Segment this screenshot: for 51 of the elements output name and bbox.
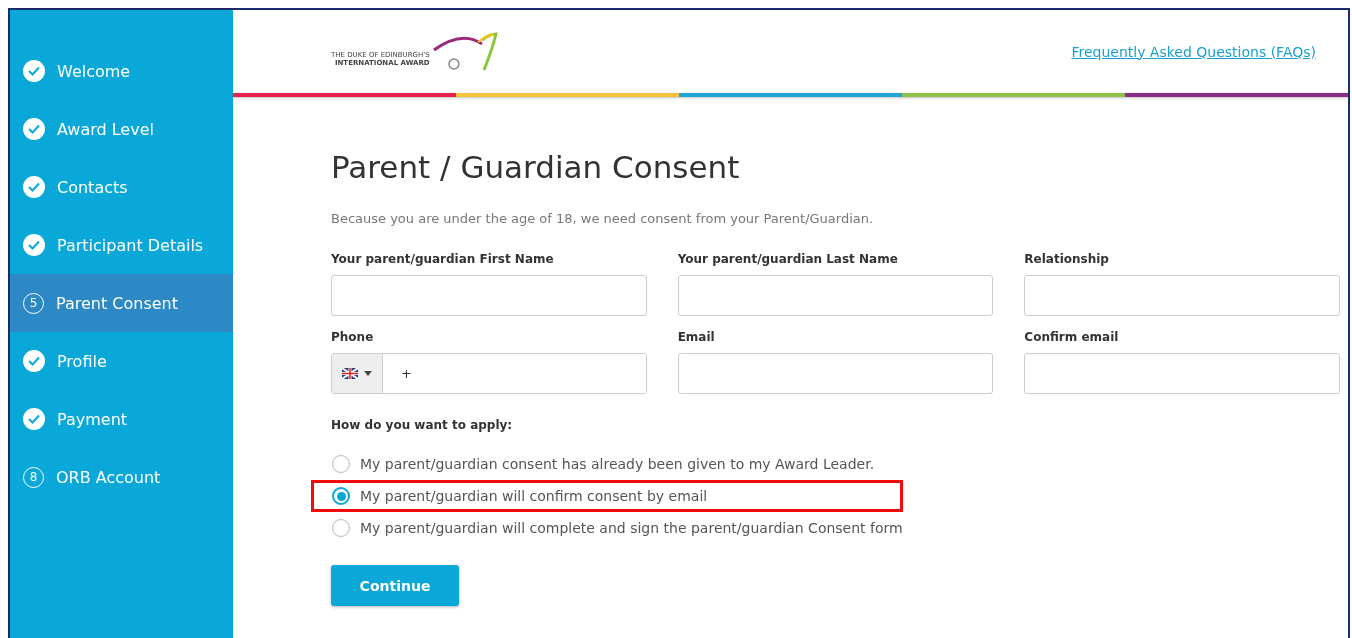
field-label: Confirm email [1024, 330, 1120, 344]
radio-option[interactable]: My parent/guardian consent has already been given to my Award Leader. [311, 448, 903, 480]
field-label: Your parent/guardian First Name [331, 252, 555, 266]
caret-icon [364, 371, 372, 376]
field-label: Relationship [1024, 252, 1110, 266]
step-item[interactable]: Profile [10, 332, 233, 390]
check-icon [23, 408, 45, 430]
text-field[interactable] [1024, 275, 1340, 316]
country-dropdown[interactable] [332, 354, 383, 393]
text-field[interactable] [677, 275, 994, 316]
step-label: Profile [57, 351, 107, 371]
check-icon [23, 350, 45, 372]
apply-label: How do you want to apply: [331, 418, 514, 432]
step-item[interactable]: Welcome [10, 42, 233, 100]
text-field[interactable] [677, 353, 994, 394]
continue-button[interactable]: Continue [331, 565, 459, 606]
option-label: My parent/guardian will confirm consent by email [360, 488, 708, 504]
option-label: My parent/guardian will complete and sign the parent/guardian Consent form [360, 520, 903, 536]
text-field[interactable] [1024, 353, 1340, 394]
intro-text: Because you are under the age of 18, we need consent from your Parent/Guardian. [331, 211, 875, 226]
step-item[interactable]: Contacts [10, 158, 233, 216]
radio-option[interactable]: My parent/guardian will complete and sign the parent/guardian Consent form [311, 512, 903, 544]
step-label: ORB Account [56, 467, 161, 487]
faq-link[interactable]: Frequently Asked Questions (FAQs) [1071, 43, 1316, 60]
radio-button[interactable] [332, 455, 350, 473]
step-label: Parent Consent [56, 293, 178, 313]
radio-button[interactable] [332, 519, 350, 537]
phone-field[interactable]: + [331, 353, 647, 394]
step-label: Contacts [57, 177, 128, 197]
step-label: Award Level [57, 119, 154, 139]
radio-button[interactable] [332, 487, 350, 505]
page-title: Parent / Guardian Consent [331, 149, 741, 185]
step-item[interactable]: 5 Parent Consent [10, 274, 233, 332]
flag-icon [342, 368, 358, 379]
step-item[interactable]: 8 ORB Account [10, 448, 233, 506]
step-item[interactable]: Participant Details [10, 216, 233, 274]
step-label: Welcome [57, 61, 131, 81]
step-item[interactable]: Payment [10, 390, 233, 448]
field-label: Phone [331, 330, 375, 344]
step-item[interactable]: Award Level [10, 100, 233, 158]
highlighted-option[interactable]: My parent/guardian will confirm consent by email [311, 480, 903, 512]
check-icon [23, 118, 45, 140]
field-label: Email [677, 330, 716, 344]
check-icon [23, 60, 45, 82]
check-icon [23, 234, 45, 256]
option-label: My parent/guardian consent has already been given to my Award Leader. [360, 456, 875, 472]
field-label: Your parent/guardian Last Name [677, 252, 899, 266]
step-label: Payment [57, 409, 128, 429]
step-label: Participant Details [57, 235, 204, 255]
check-icon [23, 176, 45, 198]
text-field[interactable] [331, 275, 647, 316]
